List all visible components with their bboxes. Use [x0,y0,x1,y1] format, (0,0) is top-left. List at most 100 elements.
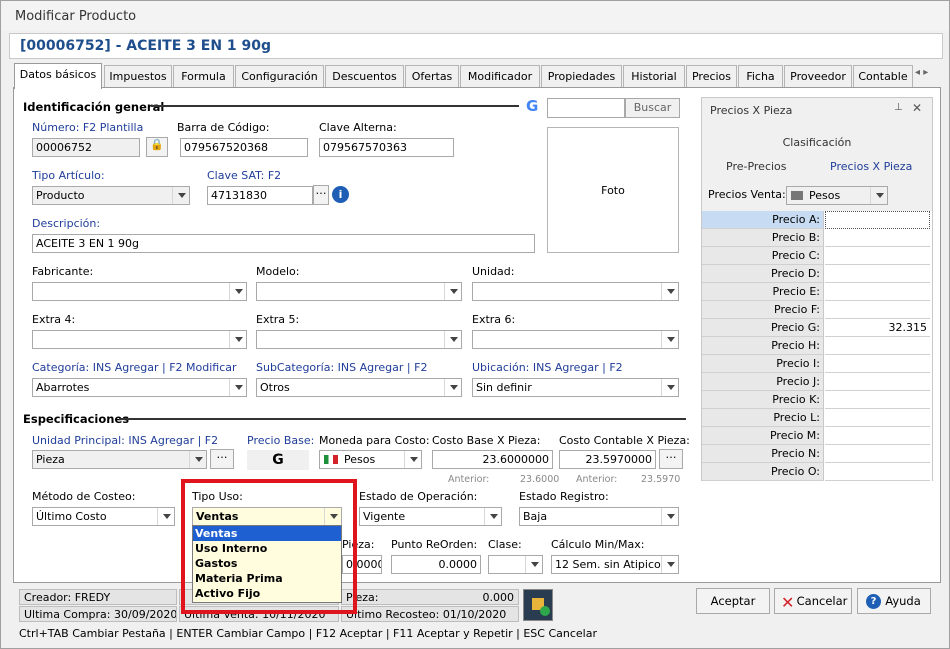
tab-contable[interactable]: Contable [853,65,913,88]
price-row[interactable]: Precio O: [702,463,932,481]
price-row-value[interactable] [825,409,930,427]
estado-operacion-combo[interactable]: Vigente [359,507,502,526]
ayuda-button[interactable]: ? Ayuda [857,588,931,614]
close-icon[interactable]: ✕ [912,101,922,115]
unidad-combo[interactable] [472,282,679,301]
price-row[interactable]: Precio G: 32.315 [702,319,932,337]
calculo-combo[interactable]: 12 Sem. sin Atipicos [551,555,679,574]
tab-precios-x-pieza[interactable]: Precios X Pieza [830,160,912,173]
tab-formula[interactable]: Formula [173,65,234,88]
unidad-ellipsis-button[interactable]: … [210,449,234,469]
costo-contable-field[interactable]: 23.5970000 [559,450,656,469]
metodo-costeo-combo[interactable]: Último Costo [32,507,175,526]
barra-label: Barra de Código: [177,121,270,134]
tab-propiedades[interactable]: Propiedades [541,65,622,88]
extra5-combo[interactable] [256,330,462,349]
price-row-value[interactable] [825,445,930,463]
barra-field[interactable]: 079567520368 [180,138,308,157]
precio-base-value[interactable]: G [247,450,309,470]
price-row[interactable]: Precio D: [702,265,932,283]
section-divider [151,105,519,107]
costo-base-field[interactable]: 23.6000000 [432,450,553,469]
unidad-principal-combo[interactable]: Pieza [32,450,207,469]
tab-configuracion[interactable]: Configuración [235,65,324,88]
extra4-combo[interactable] [32,330,247,349]
tab-precios[interactable]: Precios [686,65,737,88]
price-row[interactable]: Precio L: [702,409,932,427]
price-grid[interactable]: Precio A: Precio B: Precio C: Precio D: Prec… [702,211,932,481]
price-row-value[interactable] [825,211,930,229]
price-row-value[interactable] [825,427,930,445]
price-row-value[interactable] [825,463,930,481]
lock-template-icon[interactable]: 🔒 [146,137,168,157]
price-row[interactable]: Precio E: [702,283,932,301]
tab-ficha[interactable]: Ficha [738,65,783,88]
clave-sat-field[interactable]: 47131830 [207,186,313,205]
estado-registro-combo[interactable]: Baja [519,507,679,526]
clase-combo[interactable] [488,555,543,574]
price-row-value[interactable] [825,355,930,373]
price-row-value[interactable] [825,301,930,319]
price-row-value[interactable] [825,373,930,391]
descripcion-label: Descripción: [32,217,101,230]
modelo-combo[interactable] [256,282,462,301]
price-row-value[interactable] [825,391,930,409]
ubicacion-combo[interactable]: Sin definir [472,378,679,397]
price-row-value[interactable] [825,283,930,301]
search-input[interactable] [547,98,625,118]
extra6-combo[interactable] [472,330,679,349]
price-row[interactable]: Precio H: [702,337,932,355]
price-row[interactable]: Precio N: [702,445,932,463]
clasificacion-label[interactable]: Clasificación [702,136,932,149]
tab-descuentos[interactable]: Descuentos [325,65,404,88]
price-row-value[interactable] [825,337,930,355]
alterna-field[interactable]: 079567570363 [319,138,454,157]
tipo-articulo-combo[interactable]: Producto [32,186,190,205]
price-row-label: Precio B: [702,229,824,247]
numero-field[interactable]: 00006752 [32,138,140,157]
contable-ellipsis-button[interactable]: … [659,449,683,469]
tab-historial[interactable]: Historial [623,65,685,88]
subcategoria-combo[interactable]: Otros [256,378,462,397]
cancelar-button[interactable]: ✕ Cancelar [774,588,852,614]
shortcut-help: Ctrl+TAB Cambiar Pestaña | ENTER Cambiar… [19,627,597,640]
tab-ofertas[interactable]: Ofertas [405,65,459,88]
estado-registro-label: Estado Registro: [519,490,609,503]
price-row[interactable]: Precio J: [702,373,932,391]
tab-scroll-arrows[interactable]: ◂ ▸ [915,67,937,85]
price-row[interactable]: Precio A: [702,211,932,229]
moneda-combo[interactable]: Pesos [319,450,422,469]
pin-icon[interactable]: ⊥ [894,102,903,113]
tab-impuestos[interactable]: Impuestos [104,65,172,88]
punto-reorden-field[interactable]: 0.0000 [391,555,481,574]
moneda-label: Moneda para Costo: [319,434,430,447]
price-row[interactable]: Precio C: [702,247,932,265]
photo-box[interactable]: Foto [547,127,679,253]
price-row[interactable]: Precio I: [702,355,932,373]
aceptar-button[interactable]: Aceptar [696,588,770,614]
price-row-value[interactable] [825,229,930,247]
price-row-value[interactable] [825,265,930,283]
clase-label: Clase: [488,538,522,551]
price-row[interactable]: Precio F: [702,301,932,319]
categoria-combo[interactable]: Abarrotes [32,378,247,397]
price-row[interactable]: Precio B: [702,229,932,247]
precios-venta-combo[interactable]: Pesos [786,186,888,205]
tab-proveedor[interactable]: Proveedor [784,65,852,88]
descripcion-field[interactable]: ACEITE 3 EN 1 90g [32,234,535,253]
calculator-icon[interactable] [523,589,553,621]
fabricante-combo[interactable] [32,282,247,301]
sat-ellipsis-button[interactable]: … [313,185,329,205]
tab-modificador[interactable]: Modificador [460,65,540,88]
google-icon[interactable]: G [526,97,538,115]
price-row[interactable]: Precio M: [702,427,932,445]
tab-datos-basicos[interactable]: Datos básicos [14,63,102,89]
search-button[interactable]: Buscar [625,98,680,118]
tab-pre-precios[interactable]: Pre-Precios [726,160,787,173]
price-row-label: Precio N: [702,445,824,463]
price-row-value[interactable] [825,247,930,265]
cancel-x-icon: ✕ [781,593,795,612]
price-row[interactable]: Precio K: [702,391,932,409]
price-row-value[interactable]: 32.315 [825,319,930,337]
info-icon[interactable]: i [332,186,349,203]
